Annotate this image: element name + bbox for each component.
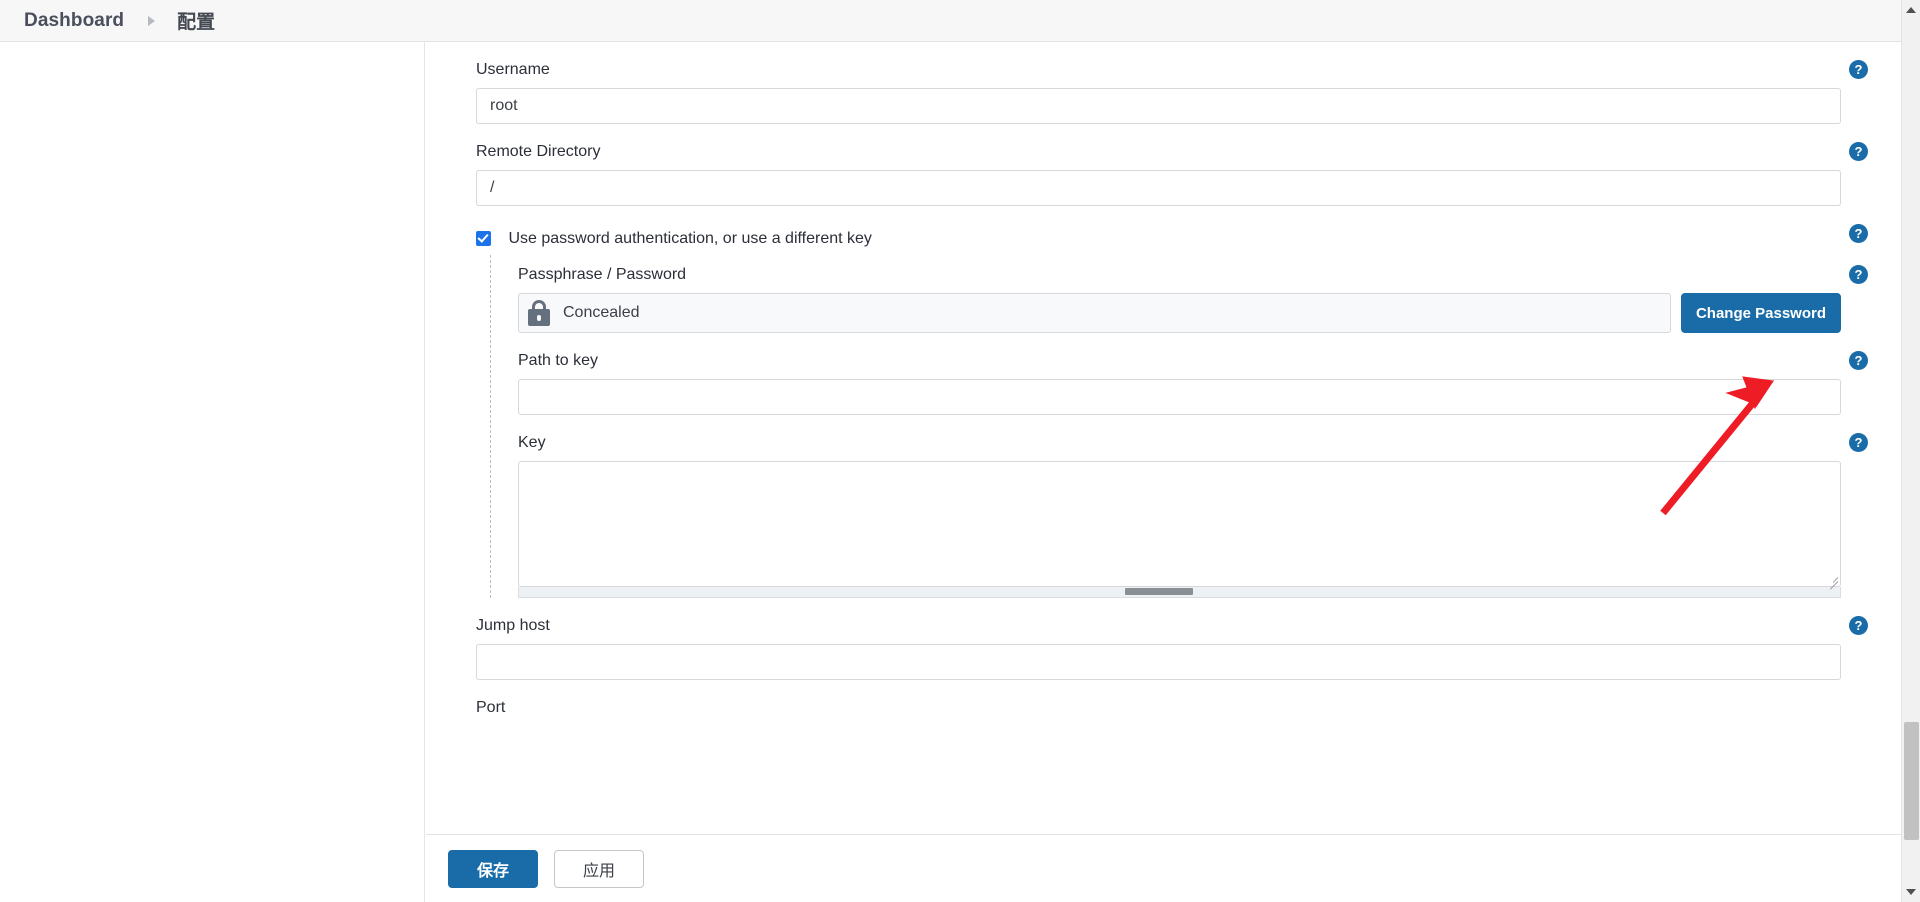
lock-icon: [527, 300, 551, 326]
remote-directory-input[interactable]: [476, 170, 1841, 206]
path-to-key-input[interactable]: [518, 379, 1841, 415]
passphrase-label: Passphrase / Password: [518, 266, 687, 283]
port-label: Port: [476, 699, 506, 712]
chevron-right-icon: [148, 15, 156, 26]
use-password-auth-checkbox[interactable]: [476, 231, 491, 246]
breadcrumb: Dashboard 配置: [0, 7, 215, 34]
page-scrollbar-thumb[interactable]: [1904, 722, 1919, 840]
help-icon-key[interactable]: ?: [1849, 433, 1868, 452]
field-path-to-key: Path to key ?: [518, 351, 1868, 415]
help-icon-username[interactable]: ?: [1849, 60, 1868, 79]
help-icon-jump-host[interactable]: ?: [1849, 616, 1868, 635]
help-icon-use-password-auth[interactable]: ?: [1849, 224, 1868, 243]
breadcrumb-home-link[interactable]: Dashboard: [24, 10, 124, 32]
jump-host-input[interactable]: [476, 644, 1841, 680]
field-remote-directory: Remote Directory ?: [476, 142, 1868, 206]
scroll-up-arrow-icon[interactable]: [1906, 7, 1916, 13]
settings-form: Username ? Remote Directory ? Use passwo…: [426, 42, 1881, 730]
key-textarea-hscrollbar[interactable]: [518, 587, 1841, 598]
password-auth-group: Passphrase / Password ? Concealed Change…: [490, 255, 1868, 598]
settings-form-scroll-area: Username ? Remote Directory ? Use passwo…: [426, 42, 1901, 902]
help-icon-passphrase[interactable]: ?: [1849, 265, 1868, 284]
username-input[interactable]: [476, 88, 1841, 124]
help-icon-remote-directory[interactable]: ?: [1849, 142, 1868, 161]
key-textarea-wrap: [518, 461, 1841, 598]
passphrase-row: Concealed Change Password: [518, 293, 1841, 333]
passphrase-display: Concealed: [518, 293, 1671, 333]
save-button[interactable]: 保存: [448, 849, 538, 888]
passphrase-value: Concealed: [563, 304, 640, 321]
jump-host-label: Jump host: [476, 617, 550, 634]
form-action-bar: 保存 应用: [426, 834, 1901, 902]
field-username: Username ?: [476, 60, 1868, 124]
field-passphrase: Passphrase / Password ? Concealed Change…: [518, 265, 1868, 333]
breadcrumb-current: 配置: [177, 12, 216, 33]
use-password-auth-label[interactable]: Use password authentication, or use a di…: [508, 230, 871, 247]
key-textarea-hscroll-thumb[interactable]: [1125, 588, 1193, 595]
left-panel: [0, 42, 425, 902]
scroll-down-arrow-icon[interactable]: [1906, 889, 1916, 895]
field-use-password-auth: Use password authentication, or use a di…: [476, 224, 1868, 249]
field-jump-host: Jump host ?: [476, 616, 1868, 680]
page-scrollbar[interactable]: [1901, 0, 1920, 902]
username-label: Username: [476, 61, 550, 78]
key-textarea[interactable]: [518, 461, 1841, 587]
key-label: Key: [518, 434, 546, 451]
change-password-button[interactable]: Change Password: [1680, 293, 1841, 333]
field-port: Port ?: [476, 698, 1841, 712]
remote-directory-label: Remote Directory: [476, 143, 601, 160]
breadcrumb-bar: Dashboard 配置: [0, 0, 1901, 42]
path-to-key-label: Path to key: [518, 352, 599, 369]
apply-button[interactable]: 应用: [554, 849, 644, 888]
field-key: Key ?: [518, 433, 1868, 598]
help-icon-path-to-key[interactable]: ?: [1849, 351, 1868, 370]
